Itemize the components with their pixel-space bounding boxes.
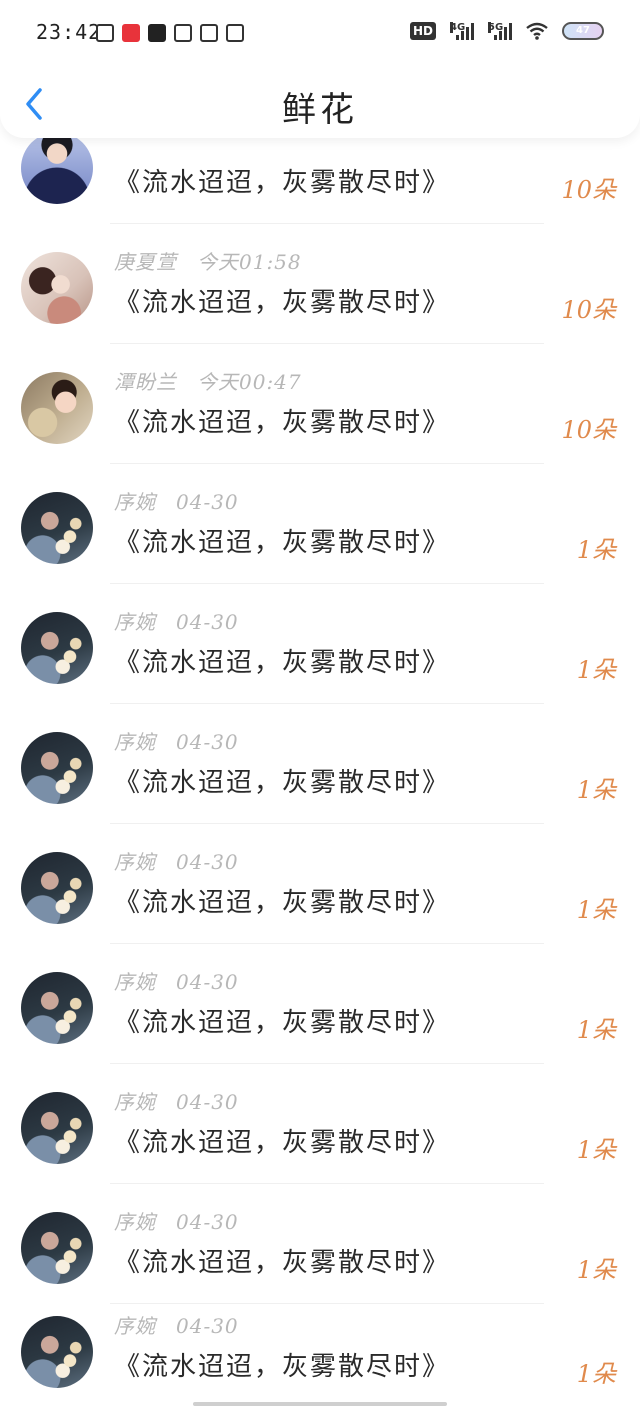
taobao-app-icon [174,24,192,42]
signal-5g-icon: 5G [488,22,512,40]
avatar[interactable] [21,972,93,1044]
wifi-icon [526,22,548,40]
book-title: 《流水迢迢，灰雾散尽时》 [114,168,451,198]
flower-count: 10朵 [561,176,616,204]
avatar[interactable] [21,1316,93,1388]
avatar[interactable] [21,612,93,684]
battery-level: 47 [576,25,590,36]
home-indicator[interactable] [193,1402,447,1406]
gift-time: 04-30 [176,850,239,874]
gift-meta: 序婉 04-30 [114,1206,239,1235]
avatar[interactable] [21,132,93,204]
list-item[interactable]: 序婉 04-30 《流水迢迢，灰雾散尽时》 1朵 [0,464,640,584]
avatar[interactable] [21,252,93,324]
book-title: 《流水迢迢，灰雾散尽时》 [114,1352,451,1382]
list-item[interactable]: 序婉 04-30 《流水迢迢，灰雾散尽时》 1朵 [0,1288,640,1408]
book-title: 《流水迢迢，灰雾散尽时》 [114,288,451,318]
user-name[interactable]: 序婉 [114,1314,156,1338]
flower-count: 1朵 [576,776,616,804]
signal-5g-label: 5G [488,22,504,33]
book-title: 《流水迢迢，灰雾散尽时》 [114,888,451,918]
signal-4g-icon: 4G [450,22,474,40]
user-name[interactable]: 序婉 [114,610,156,634]
gift-meta: 序婉 04-30 [114,486,239,515]
system-icons: HD 4G 5G 47 [409,22,604,40]
gift-time: 04-30 [176,730,239,754]
book-title: 《流水迢迢，灰雾散尽时》 [114,648,451,678]
list-item[interactable]: 序婉 04-30 《流水迢迢，灰雾散尽时》 1朵 [0,1064,640,1184]
user-name[interactable]: 潭盼兰 [114,370,177,394]
gift-meta: 潭盼兰 今天00:47 [114,366,302,395]
user-name[interactable]: 序婉 [114,730,156,754]
list-item[interactable]: 序婉 04-30 《流水迢迢，灰雾散尽时》 1朵 [0,824,640,944]
flower-count: 10朵 [561,296,616,324]
mail-app-icon [96,24,114,42]
book-title: 《流水迢迢，灰雾散尽时》 [114,768,451,798]
avatar[interactable] [21,1212,93,1284]
dark-app-icon [148,24,166,42]
gift-time: 04-30 [176,1090,239,1114]
gift-meta: 序婉 04-30 [114,966,239,995]
user-name[interactable]: 序婉 [114,970,156,994]
gift-time: 04-30 [176,1210,239,1234]
page-title: 鲜花 [282,90,358,130]
list-item[interactable]: 序婉 04-30 《流水迢迢，灰雾散尽时》 1朵 [0,944,640,1064]
gift-time: 04-30 [176,970,239,994]
book-title: 《流水迢迢，灰雾散尽时》 [114,1128,451,1158]
hd-icon: HD [409,22,436,40]
signal-4g-label: 4G [450,22,466,33]
gift-meta: 序婉 04-30 [114,846,239,875]
list-item[interactable]: 庚夏萱 今天01:58 《流水迢迢，灰雾散尽时》 10朵 [0,224,640,344]
gift-time: 今天00:47 [197,370,302,394]
gift-time: 04-30 [176,490,239,514]
gift-time: 04-30 [176,610,239,634]
red-app-icon [122,24,140,42]
flower-count: 1朵 [576,896,616,924]
gift-meta: 序婉 04-30 [114,1310,239,1339]
book-title: 《流水迢迢，灰雾散尽时》 [114,528,451,558]
status-bar: 23:42 HD 4G 5G 47 [0,0,640,64]
gift-meta: 序婉 04-30 [114,1086,239,1115]
user-name[interactable]: 序婉 [114,850,156,874]
list-item[interactable]: 序婉 04-30 《流水迢迢，灰雾散尽时》 1朵 [0,704,640,824]
avatar[interactable] [21,1092,93,1164]
gift-time: 今天01:58 [197,250,302,274]
flower-count: 1朵 [576,1360,616,1388]
gift-time: 04-30 [176,1314,239,1338]
status-time: 23:42 [36,20,102,44]
gift-meta: 庚夏萱 今天01:58 [114,246,302,275]
header-card: 23:42 HD 4G 5G 47 鲜花 [0,0,640,138]
list-item[interactable]: 序婉 04-30 《流水迢迢，灰雾散尽时》 1朵 [0,584,640,704]
user-name[interactable]: 序婉 [114,1090,156,1114]
avatar[interactable] [21,492,93,564]
gift-list: 《流水迢迢，灰雾散尽时》 10朵 庚夏萱 今天01:58 《流水迢迢，灰雾散尽时》… [0,0,640,1408]
gift-meta: 序婉 04-30 [114,606,239,635]
battery-icon: 47 [562,22,604,40]
gift-meta: 序婉 04-30 [114,726,239,755]
user-name[interactable]: 庚夏萱 [114,250,177,274]
book-title: 《流水迢迢，灰雾散尽时》 [114,1008,451,1038]
book-title: 《流水迢迢，灰雾散尽时》 [114,408,451,438]
avatar[interactable] [21,372,93,444]
flower-count: 10朵 [561,416,616,444]
flower-count: 1朵 [576,656,616,684]
flower-count: 1朵 [576,1136,616,1164]
avatar[interactable] [21,852,93,924]
book-title: 《流水迢迢，灰雾散尽时》 [114,1248,451,1278]
flower-count: 1朵 [576,1256,616,1284]
flower-count: 1朵 [576,536,616,564]
user-name[interactable]: 序婉 [114,490,156,514]
user-name[interactable]: 序婉 [114,1210,156,1234]
avatar[interactable] [21,732,93,804]
document-app-icon [226,24,244,42]
list-item[interactable]: 序婉 04-30 《流水迢迢，灰雾散尽时》 1朵 [0,1184,640,1304]
notification-icons [96,24,244,42]
flower-count: 1朵 [576,1016,616,1044]
gallery-app-icon [200,24,218,42]
list-item[interactable]: 潭盼兰 今天00:47 《流水迢迢，灰雾散尽时》 10朵 [0,344,640,464]
